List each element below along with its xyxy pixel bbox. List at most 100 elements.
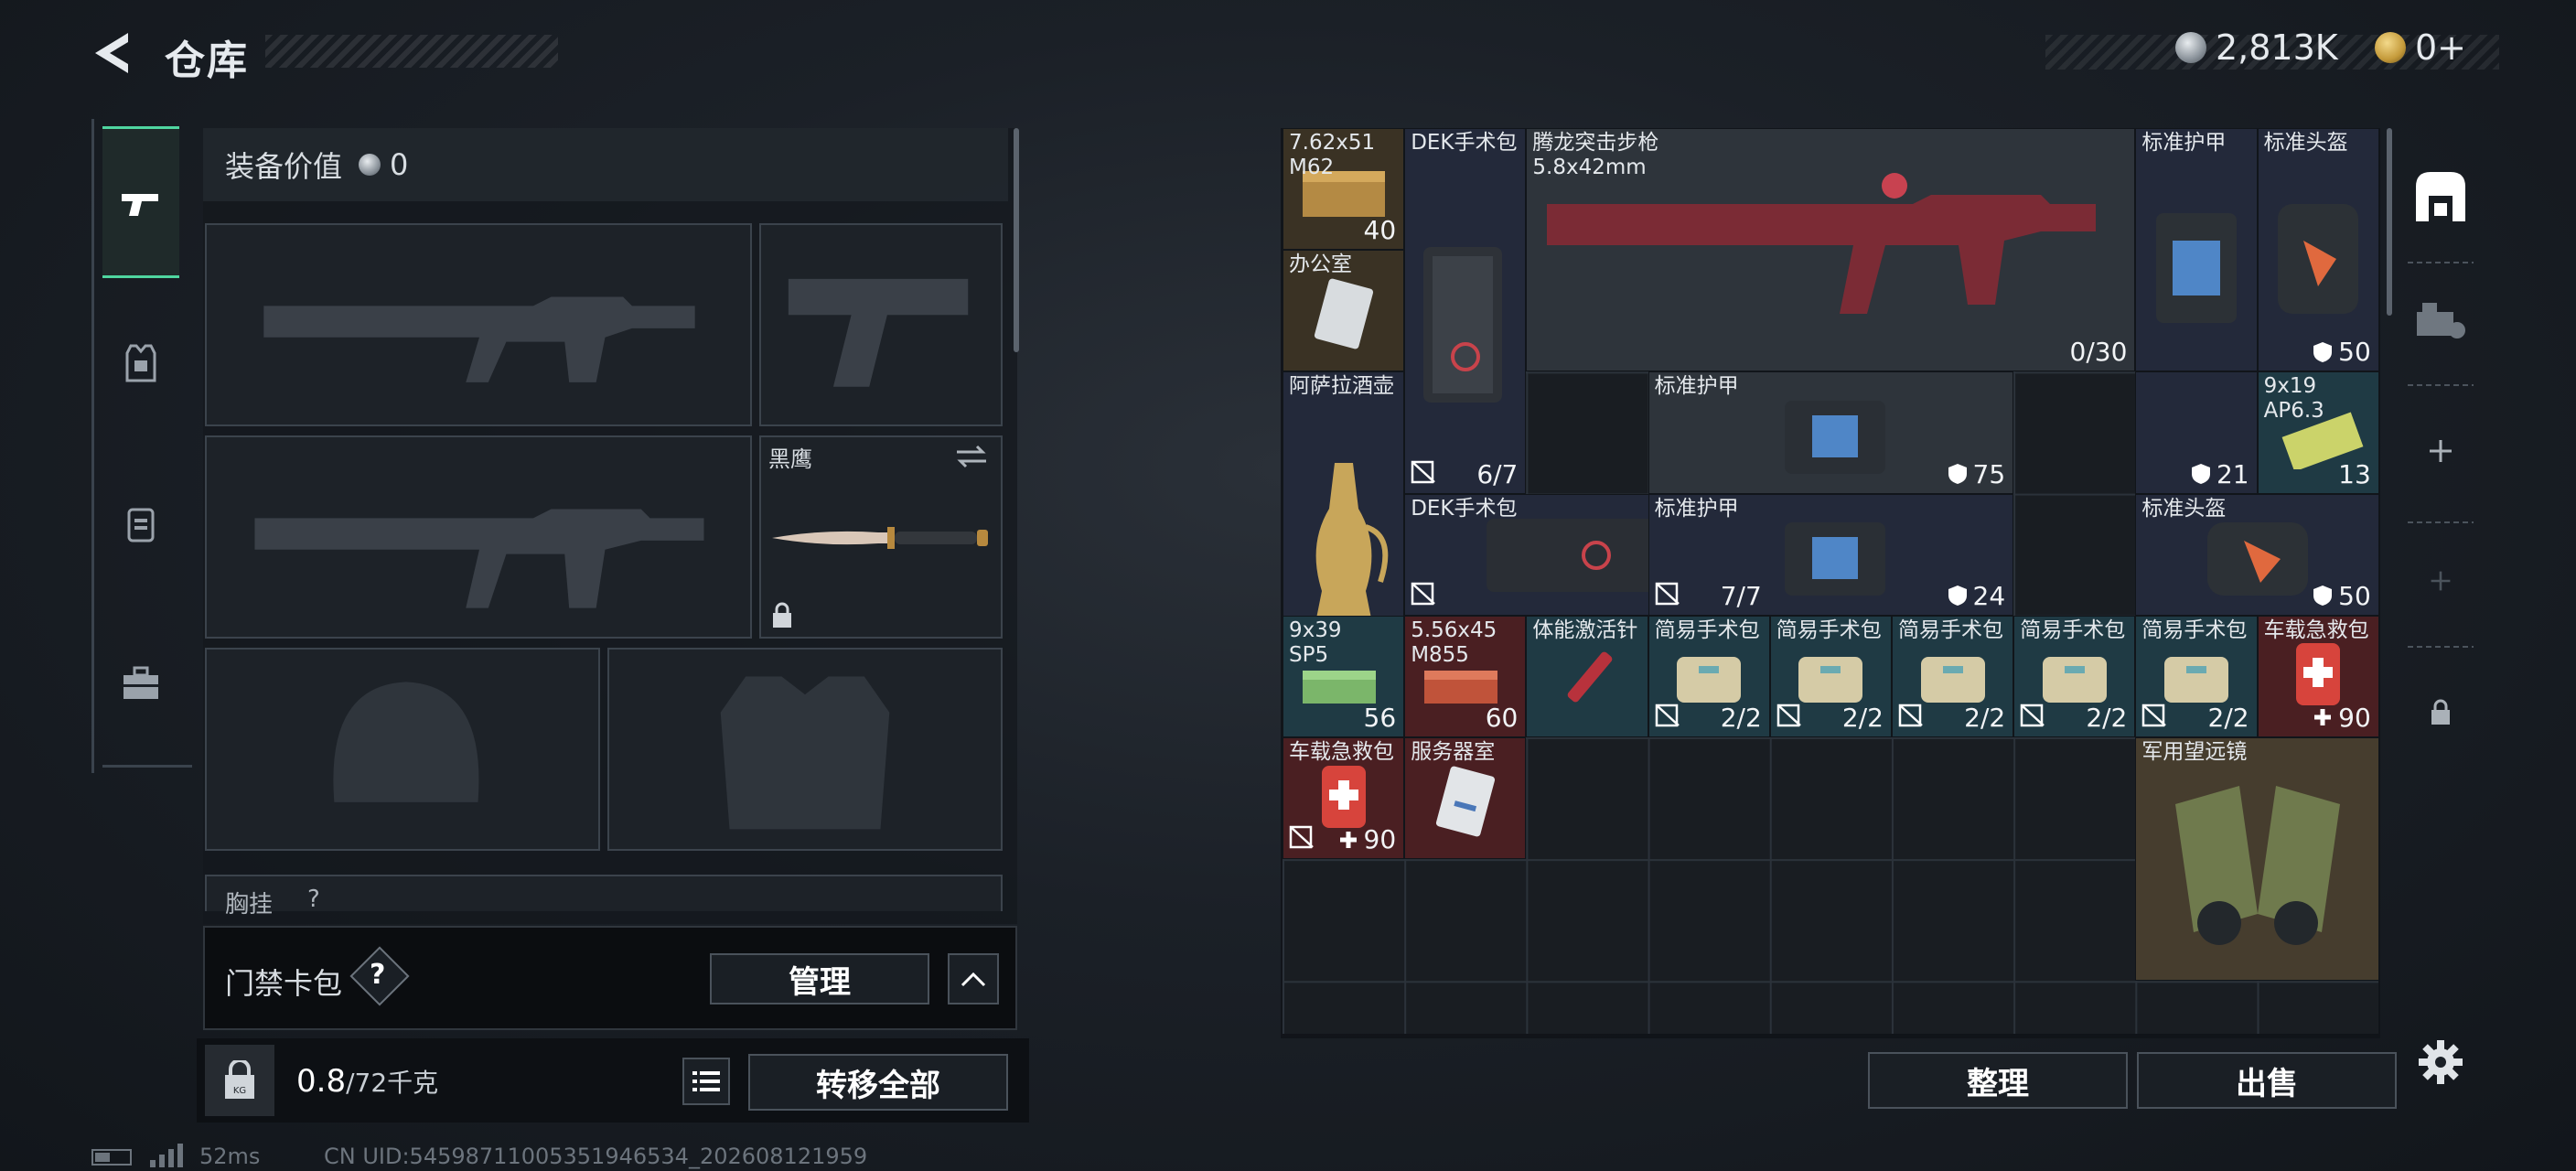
item-count: 21 (2191, 459, 2249, 489)
item-count: 50 (2313, 337, 2371, 367)
item-count-value: 2/2 (2086, 702, 2128, 733)
item-count: 2/2 (1721, 703, 1762, 733)
stash-item[interactable]: 9x39 SP5 56 (1283, 615, 1405, 737)
item-status (2020, 704, 2045, 731)
weight-lock-button[interactable]: KG (205, 1045, 274, 1116)
item-name: 7.62x51 M62 (1289, 131, 1376, 179)
item-count: 24 (1948, 581, 2005, 611)
manage-button[interactable]: 管理 (710, 953, 929, 1004)
lock-icon (2431, 699, 2450, 725)
equip-value: 0 (390, 147, 409, 182)
sort-button[interactable]: 整理 (1868, 1052, 2128, 1109)
sidearm-slot[interactable] (759, 223, 1003, 426)
silver-amount: 2,813K (2216, 27, 2338, 68)
item-count-value: 50 (2338, 580, 2371, 611)
durability-shield-icon (1948, 464, 1967, 485)
item-count-value: 7/7 (1720, 580, 1762, 611)
item-name: 办公室 (1289, 252, 1352, 277)
list-view-button[interactable] (682, 1058, 730, 1105)
nav-armor[interactable] (102, 325, 179, 402)
sell-button[interactable]: 出售 (2137, 1052, 2397, 1109)
item-count: 6/7 (1476, 459, 1518, 489)
item-name: 5.56x45 M855 (1411, 618, 1497, 667)
item-count: 50 (2313, 581, 2371, 611)
weight-max: /72千克 (346, 1068, 439, 1098)
item-count: 7/7 (1721, 581, 1762, 611)
stash-item[interactable]: 办公室 (1283, 250, 1405, 372)
rail-divider (2408, 521, 2474, 523)
stash-item[interactable]: 车载急救包 90 (2257, 615, 2379, 737)
stash-item[interactable]: 21 (2135, 371, 2258, 494)
stash-item[interactable]: 体能激活针 (1526, 615, 1648, 737)
plus-icon (2431, 571, 2451, 591)
item-name: 简易手术包 (2141, 618, 2248, 642)
swap-icon[interactable] (953, 443, 990, 470)
stash-item[interactable]: 简易手术包 2/2 (2135, 615, 2258, 737)
item-count: 2/2 (2086, 703, 2127, 733)
stash-item[interactable]: 简易手术包 2/2 (2013, 615, 2136, 737)
stash-item[interactable]: 标准护甲 75 (1648, 371, 2014, 494)
item-name: 简易手术包 (2020, 618, 2126, 642)
chest-rig-slot[interactable]: 胸挂 ? (205, 875, 1003, 919)
card-bag-label: 门禁卡包 (225, 966, 343, 1001)
stash-item[interactable]: 标准护甲 24 (1648, 493, 2014, 616)
silver-currency[interactable]: 2,813K (2175, 27, 2338, 68)
stash-item[interactable]: 简易手术包 2/2 (1769, 615, 1892, 737)
rail-divider (2408, 646, 2474, 648)
stash-item[interactable]: 5.56x45 M855 60 (1404, 615, 1527, 737)
nav-divider (102, 765, 192, 768)
gold-currency[interactable]: 0+ (2375, 27, 2466, 68)
rail-add-button[interactable] (2399, 419, 2483, 483)
rail-stash-tab[interactable] (2399, 156, 2483, 238)
item-status (2141, 704, 2167, 731)
heal-plus-icon (2314, 709, 2332, 726)
settings-button[interactable] (2399, 1030, 2483, 1094)
item-count: 2/2 (1964, 703, 2005, 733)
armor-slot[interactable] (607, 648, 1003, 851)
stash-item[interactable]: 军用望远镜 (2135, 737, 2379, 982)
item-count-value: 2/2 (2207, 702, 2249, 733)
primary-weapon-slot[interactable] (205, 223, 752, 426)
back-button[interactable] (90, 29, 145, 77)
stash-item[interactable]: 服务器室 (1404, 737, 1527, 860)
transfer-all-button[interactable]: 转移全部 (748, 1054, 1008, 1111)
stash-item[interactable]: 简易手术包 2/2 (1648, 615, 1770, 737)
rail-add-button-2[interactable] (2399, 549, 2483, 613)
stash-item[interactable]: 标准护甲 (2135, 128, 2258, 372)
list-icon (692, 1071, 720, 1091)
secondary-weapon-slot[interactable] (205, 435, 752, 639)
svg-text:KG: KG (233, 1086, 246, 1096)
stash-item[interactable]: 简易手术包 2/2 (1892, 615, 2014, 737)
nav-backpack[interactable] (102, 485, 179, 562)
melee-slot[interactable]: 黑鹰 (759, 435, 1003, 639)
pistol-icon (122, 194, 158, 216)
expand-button[interactable] (948, 953, 999, 1004)
stash-item[interactable]: 9x19 AP6.3 13 (2257, 371, 2379, 494)
loadout-scrollbar[interactable] (1014, 128, 1019, 352)
stash-scrollbar[interactable] (2387, 128, 2392, 316)
rail-item-2[interactable] (2399, 284, 2483, 357)
item-count-value: 6/7 (1476, 458, 1519, 489)
nav-toolbox[interactable] (102, 645, 179, 722)
item-image (2259, 129, 2378, 371)
item-name: 服务器室 (1411, 740, 1496, 764)
stash-item[interactable]: 标准头盔 50 (2135, 493, 2379, 616)
durability-shield-icon (2313, 586, 2333, 607)
chevron-up-icon (961, 972, 986, 987)
toolbox-icon (123, 666, 158, 699)
stash-item[interactable]: 车载急救包 90 (1283, 737, 1405, 860)
not-insured-icon (1411, 582, 1436, 606)
not-insured-icon (1289, 825, 1314, 849)
backpack-icon (127, 508, 155, 543)
stash-item[interactable]: 标准头盔 50 (2257, 128, 2379, 372)
equip-value-bar: 装备价值 0 (203, 128, 1008, 201)
stash-item[interactable]: DEK手术包 6/7 (1404, 128, 1527, 494)
nav-weapons[interactable] (102, 126, 179, 278)
lock-icon (773, 602, 791, 628)
stash-item[interactable]: 腾龙突击步枪 5.8x42mm 0/30 (1526, 128, 2136, 372)
weight-lock-icon: KG (225, 1060, 254, 1099)
stash-item[interactable]: 7.62x51 M62 40 (1283, 128, 1405, 251)
helmet-slot[interactable] (205, 648, 600, 851)
rail-divider (2408, 384, 2474, 386)
not-insured-icon (2142, 704, 2167, 727)
